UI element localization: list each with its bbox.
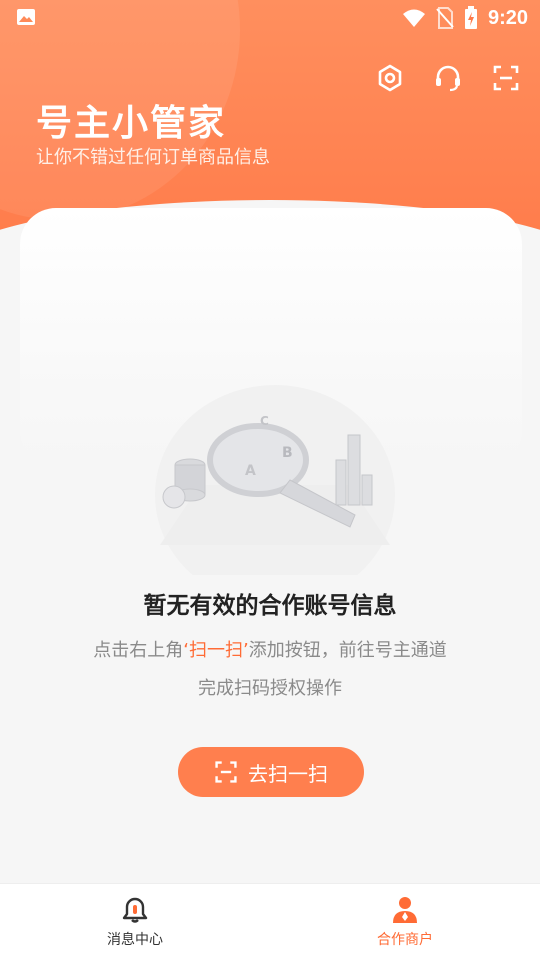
status-time: 9:20: [487, 6, 528, 29]
empty-desc-before: 点击右上角: [93, 640, 184, 661]
empty-desc-highlight: ‘扫一扫’: [183, 640, 249, 661]
go-scan-button[interactable]: 去扫一扫: [178, 747, 364, 797]
no-sim-icon: [436, 7, 454, 29]
scan-icon[interactable]: [492, 64, 520, 92]
wifi-icon: [402, 9, 425, 27]
settings-icon[interactable]: [376, 64, 404, 92]
status-bar: 9:20: [0, 0, 540, 36]
gallery-icon: [17, 9, 35, 25]
bell-icon: [122, 897, 148, 923]
scan-icon: [215, 761, 237, 783]
tab-partner-merchant[interactable]: 合作商户: [270, 884, 540, 960]
svg-text:A: A: [245, 463, 256, 479]
app-title: 号主小管家: [36, 103, 227, 144]
svg-text:C: C: [260, 414, 269, 428]
empty-search-illustration: A B C: [155, 385, 395, 575]
empty-desc-line2: 完成扫码授权操作: [198, 678, 342, 699]
header-actions: [376, 64, 520, 92]
go-scan-label: 去扫一扫: [248, 761, 328, 786]
tab-message-center[interactable]: 消息中心: [0, 884, 270, 960]
bottom-tab-bar: 消息中心 合作商户: [0, 883, 540, 960]
empty-desc-after: 添加按钮，前往号主通道: [248, 640, 447, 661]
tab-label-message-center: 消息中心: [107, 932, 163, 948]
tab-label-partner-merchant: 合作商户: [377, 932, 433, 948]
battery-icon: [464, 6, 477, 29]
svg-text:B: B: [282, 445, 293, 461]
empty-state-description: 点击右上角‘扫一扫’添加按钮，前往号主通道 完成扫码授权操作: [0, 632, 540, 708]
headset-icon[interactable]: [434, 64, 462, 92]
empty-state-title: 暂无有效的合作账号信息: [143, 593, 397, 619]
app-subtitle: 让你不错过任何订单商品信息: [36, 147, 270, 168]
merchant-icon: [393, 897, 417, 923]
